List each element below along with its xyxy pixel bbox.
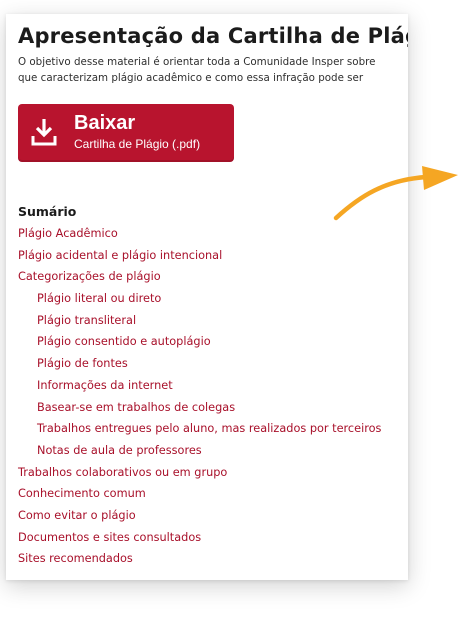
summary-item-link[interactable]: Conhecimento comum bbox=[18, 483, 381, 505]
summary-subitem-link[interactable]: Plágio de fontes bbox=[18, 353, 381, 375]
summary-list: Plágio Acadêmico Plágio acidental e plági… bbox=[18, 223, 381, 570]
summary-subitem-link[interactable]: Informações da internet bbox=[18, 375, 381, 397]
summary-item-link[interactable]: Como evitar o plágio bbox=[18, 505, 381, 527]
summary-heading: Sumário bbox=[18, 204, 77, 219]
summary-subitem-link[interactable]: Notas de aula de professores bbox=[18, 440, 381, 462]
summary-item-link[interactable]: Categorizações de plágio bbox=[18, 266, 381, 288]
download-button-sublabel: Cartilha de Plágio (.pdf) bbox=[74, 137, 201, 151]
intro-line: O objetivo desse material é orientar tod… bbox=[18, 56, 376, 68]
summary-item-link[interactable]: Sites recomendados bbox=[18, 548, 381, 570]
summary-subitem-link[interactable]: Plágio literal ou direto bbox=[18, 288, 381, 310]
summary-item-link[interactable]: Documentos e sites consultados bbox=[18, 527, 381, 549]
download-cartilha-button[interactable]: Baixar Cartilha de Plágio (.pdf) bbox=[18, 104, 234, 162]
summary-item-link[interactable]: Plágio Acadêmico bbox=[18, 223, 381, 245]
summary-subitem-link[interactable]: Basear-se em trabalhos de colegas bbox=[18, 397, 381, 419]
page-title: Apresentação da Cartilha de Plágio bbox=[18, 24, 408, 48]
download-button-label: Baixar bbox=[74, 112, 136, 134]
intro-paragraph: O objetivo desse material é orientar tod… bbox=[18, 54, 408, 86]
summary-subitem-link[interactable]: Plágio transliteral bbox=[18, 310, 381, 332]
summary-item-link[interactable]: Plágio acidental e plágio intencional bbox=[18, 245, 381, 267]
intro-line: que caracterizam plágio acadêmico e como… bbox=[18, 72, 364, 84]
document-card: Apresentação da Cartilha de Plágio O obj… bbox=[6, 14, 408, 580]
summary-subitem-link[interactable]: Trabalhos entregues pelo aluno, mas real… bbox=[18, 418, 381, 440]
summary-item-link[interactable]: Trabalhos colaborativos ou em grupo bbox=[18, 462, 381, 484]
summary-subitem-link[interactable]: Plágio consentido e autoplágio bbox=[18, 331, 381, 353]
download-icon bbox=[31, 119, 57, 146]
curved-arrow-icon bbox=[333, 166, 458, 221]
